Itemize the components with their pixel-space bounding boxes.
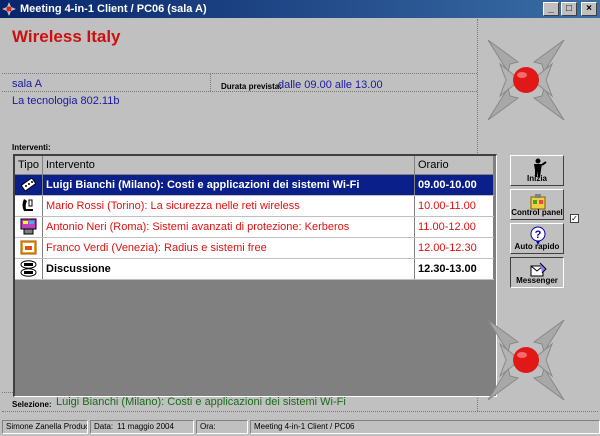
duration-value: dalle 09.00 alle 13.00 — [278, 79, 383, 91]
control-panel-button[interactable]: Control panel — [510, 189, 564, 220]
row-type-cell — [15, 174, 43, 196]
phone-icon — [22, 199, 33, 211]
logo-bottom — [487, 319, 565, 401]
row-title: Mario Rossi (Torino): La sicurezza nelle… — [42, 195, 415, 217]
row-time: 11.00-12.00 — [414, 216, 494, 238]
table-row[interactable]: Antonio Neri (Roma): Sistemi avanzati di… — [15, 216, 494, 238]
separator-bottom — [2, 411, 598, 412]
control-panel-label: Control panel — [511, 208, 563, 217]
row-type-cell — [15, 237, 43, 259]
column-header-intervento[interactable]: Intervento — [42, 156, 415, 175]
inizia-button[interactable]: Inizia — [510, 155, 564, 186]
auto-rapido-label: Auto rapido — [514, 242, 560, 251]
row-time: 09.00-10.00 — [414, 174, 494, 196]
messenger-button[interactable]: Messenger — [510, 257, 564, 288]
main-panel: Wireless Italy sala A Durata prevista: d… — [2, 19, 598, 415]
status-time-label: Ora: — [200, 422, 216, 431]
row-time: 12.30-13.00 — [414, 258, 494, 280]
column-header-tipo[interactable]: Tipo — [15, 156, 43, 175]
projector-icon — [20, 218, 37, 235]
selection-value: Luigi Bianchi (Milano): Costi e applicaz… — [56, 396, 346, 408]
status-time: Ora: — [196, 420, 248, 434]
row-time: 10.00-11.00 — [414, 195, 494, 217]
meeting-title: Wireless Italy — [12, 27, 121, 46]
interventi-label: Interventi: — [12, 143, 51, 152]
window-title: Meeting 4-in-1 Client / PC06 (sala A) — [20, 3, 207, 15]
table-header: Tipo Intervento Orario — [15, 156, 494, 175]
row-title: Luigi Bianchi (Milano): Costi e applicaz… — [42, 174, 415, 196]
app-icon[interactable] — [2, 2, 16, 16]
separator-title — [2, 73, 477, 74]
inizia-label: Inizia — [526, 174, 547, 183]
selection-label: Selezione: — [12, 400, 52, 409]
status-author: Simone Zanella Productions — [2, 420, 88, 434]
duration-label: Durata prevista: — [221, 82, 282, 91]
row-title: Discussione — [42, 258, 415, 280]
status-date: Data: 11 maggio 2004 — [90, 420, 194, 434]
row-title: Antonio Neri (Roma): Sistemi avanzati di… — [42, 216, 415, 238]
room-name: sala A — [12, 78, 42, 90]
interventi-table[interactable]: Tipo Intervento Orario Luigi Bianchi (Mi… — [13, 154, 497, 397]
table-row[interactable]: Luigi Bianchi (Milano): Costi e applicaz… — [15, 174, 494, 196]
logo-top — [487, 39, 565, 121]
control-panel-checkbox[interactable]: ✓ — [570, 214, 579, 223]
row-time: 12.00-12.30 — [414, 237, 494, 259]
maximize-button[interactable]: □ — [561, 2, 577, 16]
table-row[interactable]: Franco Verdi (Venezia): Radius e sistemi… — [15, 237, 494, 259]
column-header-orario[interactable]: Orario — [414, 156, 494, 175]
def-abc-icon — [20, 260, 37, 277]
auto-rapido-button[interactable]: ? Auto rapido — [510, 223, 564, 254]
status-date-value: 11 maggio 2004 — [117, 422, 174, 431]
row-title: Franco Verdi (Venezia): Radius e sistemi… — [42, 237, 415, 259]
minimize-button[interactable]: _ — [543, 2, 559, 16]
presentation-icon — [20, 240, 37, 255]
separator-room — [2, 91, 477, 92]
window-titlebar[interactable]: Meeting 4-in-1 Client / PC06 (sala A) _ … — [0, 0, 600, 18]
messenger-label: Messenger — [516, 276, 558, 285]
row-type-cell — [15, 216, 43, 238]
svg-text:?: ? — [535, 229, 542, 241]
status-date-label: Data: — [94, 422, 114, 431]
row-type-cell — [15, 258, 43, 280]
table-row[interactable]: Mario Rossi (Torino): La sicurezza nelle… — [15, 195, 494, 217]
table-row[interactable]: Discussione 12.30-13.00 — [15, 258, 494, 280]
status-bar: Simone Zanella Productions Data:11 maggi… — [0, 420, 600, 436]
row-type-cell — [15, 195, 43, 217]
status-client: Meeting 4-in-1 Client / PC06 — [250, 420, 600, 434]
close-button[interactable]: × — [581, 2, 597, 16]
remote-control-icon — [21, 177, 36, 192]
separator-room-duration — [210, 74, 211, 91]
meeting-subject: La tecnologia 802.11b — [12, 95, 120, 107]
